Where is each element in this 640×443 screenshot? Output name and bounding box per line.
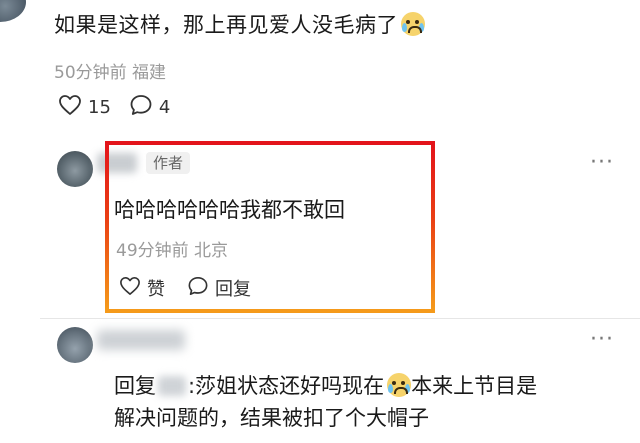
reply-prefix: 回复 — [114, 374, 156, 398]
comment-actions: 15 4 — [58, 94, 188, 121]
comment-text-line2: 解决问题的，结果被扣了个大帽子 — [114, 406, 429, 430]
avatar[interactable] — [0, 0, 26, 22]
mentioned-user-blurred[interactable] — [158, 376, 186, 396]
crying-laugh-emoji-icon — [387, 373, 412, 397]
comment-meta: 50分钟前 福建 — [54, 58, 166, 83]
comment-location: 福建 — [132, 63, 167, 83]
avatar[interactable] — [57, 151, 93, 187]
comment-text: 回复:莎姐状态还好吗现在 本来上节目是 — [114, 373, 538, 398]
comment-text: 如果是这样，那上再见爱人没毛病了 — [54, 9, 425, 39]
comment-time: 50分钟前 — [54, 63, 127, 83]
crying-laugh-emoji-icon — [401, 12, 425, 36]
heart-icon[interactable] — [58, 94, 82, 121]
reply-count: 4 — [158, 97, 171, 118]
username-blurred[interactable] — [97, 330, 185, 350]
avatar[interactable] — [57, 327, 93, 363]
divider — [40, 318, 640, 319]
comment-bubble-icon[interactable] — [129, 94, 153, 121]
more-options-icon[interactable]: ··· — [590, 327, 614, 352]
highlight-box — [105, 141, 435, 313]
more-options-icon[interactable]: ··· — [590, 150, 614, 175]
like-count: 15 — [88, 97, 111, 118]
